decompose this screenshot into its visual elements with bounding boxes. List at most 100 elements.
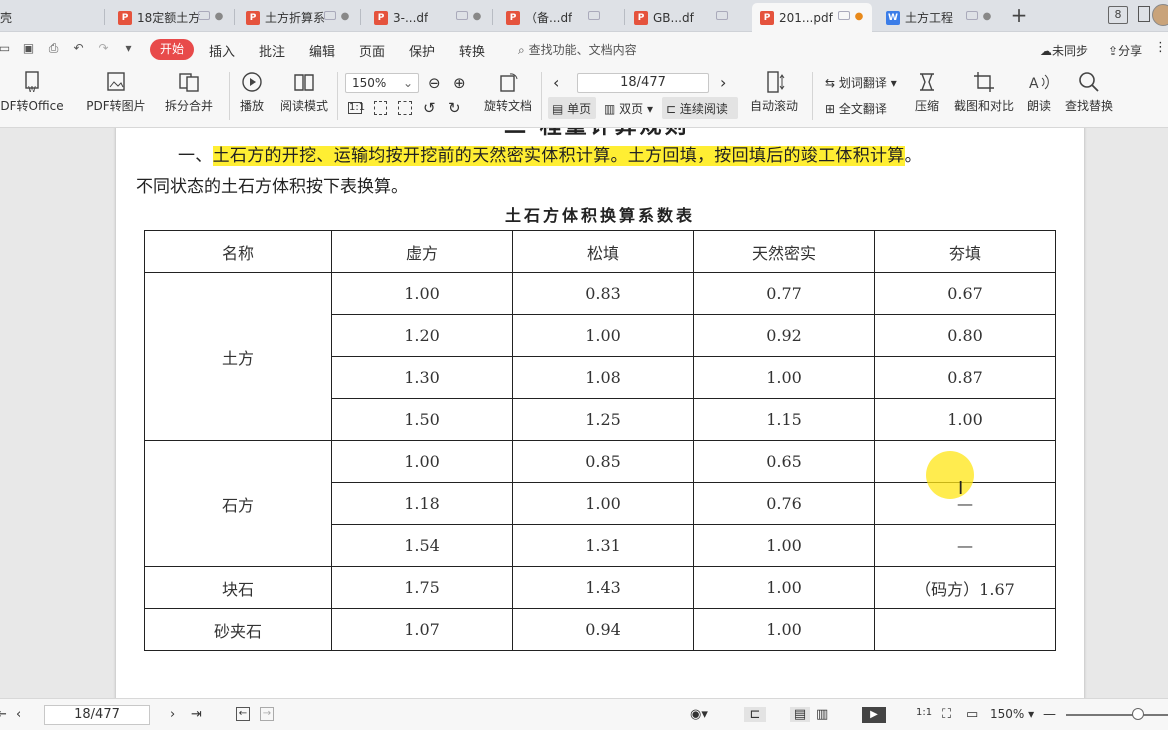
- redo-icon[interactable]: ↷: [97, 42, 110, 55]
- tab-item[interactable]: P （备...df: [498, 3, 622, 32]
- tab-item[interactable]: 壳: [0, 3, 94, 32]
- tab-bar: 壳 P 18定额土方 ● P 土方折算系 ● P 3-...df ● P （备.…: [0, 0, 1168, 32]
- sync-status[interactable]: ☁未同步: [1040, 42, 1088, 59]
- save-icon[interactable]: ▣: [22, 42, 35, 55]
- pdf-file-icon: P: [760, 10, 774, 25]
- actual-size-icon[interactable]: 1:1: [916, 707, 932, 718]
- tab-item[interactable]: P 土方折算系 ●: [238, 3, 358, 32]
- pdf-file-icon: P: [506, 10, 520, 25]
- pdf-to-office-button[interactable]: W DF转Office: [0, 70, 68, 114]
- actual-size-icon[interactable]: 1:1: [348, 102, 365, 114]
- fit-page-icon[interactable]: ⛶: [942, 707, 951, 722]
- zoom-out-icon[interactable]: ⊖: [428, 74, 444, 92]
- find-replace-button[interactable]: 查找替换: [1063, 70, 1115, 114]
- print-icon[interactable]: ⎙: [47, 42, 60, 55]
- tab-close-icon[interactable]: ●: [212, 10, 226, 24]
- double-page-button[interactable]: ▥ 双页 ▾: [604, 100, 653, 117]
- table-header-row: 名称 虚方 松填 天然密实 夯填: [144, 230, 1056, 273]
- compress-button[interactable]: 压缩: [910, 70, 944, 114]
- menu-convert[interactable]: 转换: [459, 41, 485, 60]
- menu-protect[interactable]: 保护: [409, 41, 435, 60]
- full-translate-button[interactable]: ⊞ 全文翻译: [825, 100, 887, 117]
- eye-care-icon[interactable]: ◉▾: [690, 707, 708, 722]
- menu-insert[interactable]: 插入: [209, 41, 235, 60]
- single-page-view-icon[interactable]: ▤: [790, 707, 810, 722]
- read-mode-button[interactable]: 阅读模式: [280, 70, 328, 114]
- more-icon[interactable]: ⋮: [1154, 40, 1167, 55]
- read-aloud-button[interactable]: A 朗读: [1024, 70, 1054, 114]
- fit-page-icon[interactable]: [374, 101, 387, 115]
- split-merge-button[interactable]: 拆分合并: [160, 70, 218, 114]
- screenshot-compare-button[interactable]: 截图和对比: [953, 70, 1015, 114]
- share-button[interactable]: ⇪分享: [1108, 42, 1142, 59]
- document-viewport[interactable]: 二 程量计算规则 一、土石方的开挖、运输均按开挖前的天然密实体积计算。土方回填，…: [0, 128, 1168, 698]
- tab-item[interactable]: P 3-...df ●: [366, 3, 490, 32]
- zoom-select[interactable]: 150% ⌄: [345, 73, 419, 93]
- tab-label: 土方折算系: [265, 11, 326, 25]
- tab-close-icon[interactable]: ●: [470, 10, 484, 24]
- tab-item-active[interactable]: P 201...pdf ●: [752, 3, 872, 32]
- fit-width-icon[interactable]: ▭: [966, 707, 978, 722]
- forward-icon[interactable]: →: [260, 707, 274, 721]
- zoom-slider-knob[interactable]: [1132, 708, 1144, 720]
- new-tab-button[interactable]: +: [1009, 5, 1029, 25]
- menu-page[interactable]: 页面: [359, 41, 385, 60]
- zoom-in-icon[interactable]: ⊕: [453, 74, 469, 92]
- tab-close-icon[interactable]: ●: [980, 10, 994, 24]
- continuous-view-icon[interactable]: ⊏: [744, 707, 766, 722]
- table-cell: 0.94: [512, 608, 694, 651]
- undo-icon[interactable]: ↶: [72, 42, 85, 55]
- auto-scroll-button[interactable]: 自动滚动: [746, 70, 802, 114]
- layout-icon[interactable]: [1138, 6, 1150, 22]
- single-page-label: 单页: [567, 102, 592, 116]
- zoom-out-icon[interactable]: —: [1043, 707, 1056, 722]
- prev-page-icon[interactable]: ‹: [16, 707, 21, 722]
- status-page-input[interactable]: 18/477: [44, 705, 150, 725]
- menu-edit[interactable]: 编辑: [309, 41, 335, 60]
- last-page-icon[interactable]: ⇥: [191, 707, 202, 722]
- rotate-right-icon[interactable]: ↻: [448, 99, 464, 117]
- fit-width-icon[interactable]: [398, 101, 412, 115]
- row-group-label: 石方: [144, 440, 332, 567]
- next-page-icon[interactable]: ›: [170, 707, 175, 722]
- avatar[interactable]: [1152, 4, 1168, 26]
- zoom-slider-track[interactable]: [1066, 714, 1168, 716]
- table-cell: 1.20: [331, 314, 513, 357]
- pdf-to-image-icon: [107, 72, 125, 91]
- open-folder-icon[interactable]: ▭: [0, 42, 11, 55]
- back-icon[interactable]: ←: [236, 707, 250, 721]
- text-cursor-icon: I: [958, 478, 964, 499]
- single-page-label-wrap: ▤ 单页: [552, 100, 591, 117]
- read-mode-label: 阅读模式: [280, 99, 329, 113]
- next-page-icon[interactable]: ›: [720, 73, 726, 92]
- menu-start[interactable]: 开始: [150, 39, 194, 60]
- tab-item[interactable]: P 18定额土方 ●: [110, 3, 232, 32]
- rotate-doc-button[interactable]: 旋转文档: [482, 70, 534, 114]
- pdf-to-image-button[interactable]: PDF转图片: [86, 70, 146, 114]
- tab-item[interactable]: W 土方工程 ●: [878, 3, 1000, 32]
- first-page-icon[interactable]: ⇤: [0, 707, 7, 722]
- feature-search[interactable]: ⌕ 查找功能、文档内容: [518, 41, 637, 58]
- paragraph-2: 不同状态的土石方体积按下表换算。: [136, 177, 408, 197]
- page-number-input[interactable]: 18/477: [577, 73, 709, 93]
- tab-count-icon[interactable]: 8: [1108, 6, 1128, 24]
- word-translate-button[interactable]: ⇆ 划词翻译 ▾: [825, 74, 897, 91]
- rotate-left-icon[interactable]: ↺: [423, 99, 439, 117]
- monitor-icon: [198, 11, 210, 20]
- monitor-icon: [966, 11, 978, 20]
- menu-annotate[interactable]: 批注: [259, 41, 285, 60]
- row-group-label: 砂夹石: [144, 608, 332, 651]
- table-header-cell: 虚方: [331, 230, 513, 273]
- unsaved-dot-icon[interactable]: ●: [852, 10, 866, 24]
- quick-access-dropdown-icon[interactable]: ▾: [122, 42, 135, 55]
- table-row: 砂夹石 1.07 0.94 1.00: [144, 608, 1056, 651]
- double-page-view-icon[interactable]: ▥: [816, 707, 828, 722]
- table-cell: 1.00: [693, 524, 875, 567]
- pdf-to-image-label: PDF转图片: [86, 99, 146, 113]
- zoom-select[interactable]: 150% ▾: [990, 707, 1034, 721]
- play-button[interactable]: 播放: [238, 70, 266, 114]
- tab-close-icon[interactable]: ●: [338, 10, 352, 24]
- prev-page-icon[interactable]: ‹: [553, 73, 559, 92]
- play-icon[interactable]: ▶: [862, 707, 886, 723]
- tab-item[interactable]: P GB...df: [626, 3, 750, 32]
